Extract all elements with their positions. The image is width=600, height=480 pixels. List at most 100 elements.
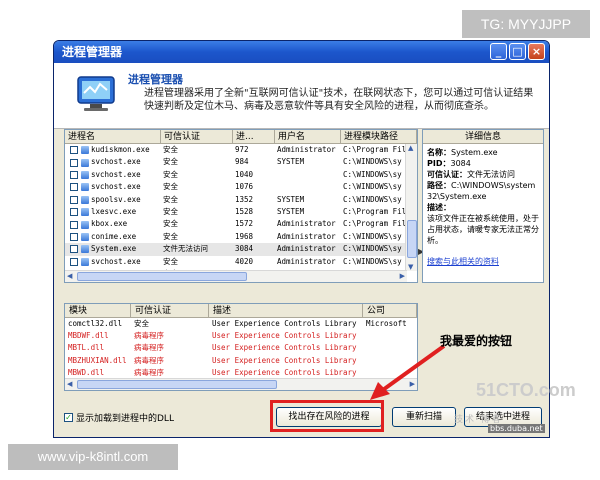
process-row[interactable]: svchost.exe 安全 984 SYSTEM C:\WINDOWS\sy bbox=[65, 156, 417, 168]
process-row[interactable]: kbox.exe 安全 1572 Administrator C:\Program Fi… bbox=[65, 218, 417, 230]
process-name: lxesvc.exe bbox=[91, 206, 137, 216]
col-process-name[interactable]: 进程名 bbox=[65, 130, 161, 143]
scroll-up-icon[interactable]: ▲ bbox=[408, 144, 413, 152]
show-dll-label: 显示加载到进程中的DLL bbox=[76, 414, 174, 424]
process-file-icon bbox=[81, 146, 89, 155]
module-row[interactable]: MBDWF.dll 病毒程序 User Experience Controls Li… bbox=[65, 330, 417, 342]
process-row[interactable]: kudiskmon.exe 安全 972 Administrator C:\Progra… bbox=[65, 144, 417, 156]
minimize-button[interactable]: _ bbox=[490, 43, 507, 60]
detail-trust-label: 可信认证： bbox=[427, 170, 467, 179]
process-pid: 972 bbox=[235, 145, 249, 154]
show-dll-checkbox[interactable]: ✓ bbox=[64, 413, 73, 422]
process-checkbox[interactable] bbox=[70, 183, 78, 192]
process-trust: 文件无法访问 bbox=[163, 244, 208, 254]
col-description[interactable]: 描述 bbox=[209, 304, 363, 317]
process-checkbox[interactable] bbox=[70, 232, 78, 241]
details-header: 详细信息 bbox=[423, 130, 543, 144]
show-dll-option[interactable]: ✓ 显示加载到进程中的DLL bbox=[64, 411, 174, 424]
col-module[interactable]: 模块 bbox=[65, 304, 131, 317]
process-pid: 1968 bbox=[235, 231, 254, 241]
process-checkbox[interactable] bbox=[70, 220, 78, 229]
process-name: svchost.exe bbox=[91, 169, 141, 179]
header-title: 进程管理器 bbox=[128, 73, 183, 86]
process-name-cell: kudiskmon.exe bbox=[65, 144, 161, 156]
process-user: SYSTEM bbox=[277, 157, 305, 167]
scroll-down-icon[interactable]: ▼ bbox=[408, 263, 413, 271]
detail-trust-value: 文件无法访问 bbox=[467, 170, 515, 179]
vip-badge: www.vip-k8intl.com bbox=[8, 444, 178, 470]
process-row[interactable]: lxesvc.exe 安全 1528 SYSTEM C:\Program Fil bbox=[65, 206, 417, 218]
scroll-right-icon[interactable]: ▶ bbox=[400, 272, 405, 280]
process-trust: 安全 bbox=[163, 219, 178, 229]
process-row[interactable]: svchost.exe 安全 4020 Administrator C:\WINDOWS… bbox=[65, 256, 417, 268]
rescan-button[interactable]: 重新扫描 bbox=[392, 407, 456, 427]
col-pid[interactable]: 进... bbox=[233, 130, 275, 143]
details-panel: 详细信息 名称：System.exe PID：3084 可信认证：文件无法访问 … bbox=[422, 129, 544, 283]
module-row[interactable]: comctl32.dll 安全 User Experience Controls L… bbox=[65, 318, 417, 330]
process-checkbox[interactable] bbox=[70, 195, 78, 204]
col-company[interactable]: 公司 bbox=[363, 304, 417, 317]
process-trust: 安全 bbox=[163, 157, 178, 167]
window-controls: _ □ × bbox=[490, 43, 545, 60]
close-button[interactable]: × bbox=[528, 43, 545, 60]
col-trust[interactable]: 可信认证 bbox=[161, 130, 233, 143]
module-description: User Experience Controls Library bbox=[212, 319, 357, 328]
process-name: conime.exe bbox=[91, 231, 137, 241]
process-name-cell: kbox.exe bbox=[65, 218, 161, 230]
process-name-cell: spoolsv.exe bbox=[65, 194, 161, 206]
process-row[interactable]: conime.exe 安全 1968 Administrator C:\WINDOWS\… bbox=[65, 231, 417, 243]
module-row[interactable]: MBZHUXIAN.dll 病毒程序 User Experience Control… bbox=[65, 355, 417, 367]
window-titlebar[interactable]: 进程管理器 _ □ × bbox=[54, 41, 549, 63]
module-table-header: 模块 可信认证 描述 公司 bbox=[65, 304, 417, 318]
process-horizontal-scrollbar[interactable]: ◀ ▶ bbox=[65, 270, 407, 282]
scroll-left-icon[interactable]: ◀ bbox=[67, 272, 72, 280]
process-checkbox[interactable] bbox=[70, 245, 78, 254]
process-user: Administrator bbox=[277, 244, 336, 254]
process-file-icon bbox=[81, 232, 89, 241]
process-row[interactable]: System.exe 文件无法访问 3084 Administrator C:\WIND… bbox=[65, 243, 417, 256]
process-vertical-scrollbar[interactable]: ▲ ▼ bbox=[405, 144, 417, 271]
process-file-icon bbox=[81, 208, 89, 217]
process-table: 进程名 可信认证 进... 用户名 进程模块路径 kudiskmon.exe 安全… bbox=[64, 129, 418, 283]
module-description: User Experience Controls Library bbox=[212, 343, 357, 353]
window-title: 进程管理器 bbox=[62, 45, 123, 59]
module-name: MBTL.dll bbox=[68, 343, 105, 353]
process-user: Administrator bbox=[277, 256, 336, 266]
module-horizontal-scrollbar[interactable]: ◀ ▶ bbox=[65, 378, 417, 390]
process-user: Administrator bbox=[277, 231, 336, 241]
process-name-cell: System.exe bbox=[65, 243, 161, 255]
process-checkbox[interactable] bbox=[70, 208, 78, 217]
process-pid: 1352 bbox=[235, 194, 254, 204]
tg-badge: TG: MYYJJPP bbox=[462, 10, 590, 38]
process-checkbox[interactable] bbox=[70, 170, 78, 179]
process-name-cell: svchost.exe bbox=[65, 156, 161, 168]
process-trust: 安全 bbox=[163, 169, 178, 179]
col-path[interactable]: 进程模块路径 bbox=[341, 130, 417, 143]
module-scroll-left-icon[interactable]: ◀ bbox=[67, 380, 72, 388]
process-checkbox[interactable] bbox=[70, 158, 78, 167]
module-name: MBDWF.dll bbox=[68, 331, 109, 341]
col-user[interactable]: 用户名 bbox=[275, 130, 341, 143]
process-pid: 984 bbox=[235, 157, 249, 167]
process-row[interactable]: svchost.exe 安全 1040 C:\WINDOWS\sy bbox=[65, 169, 417, 181]
monitor-icon bbox=[77, 76, 115, 111]
process-name: System.exe bbox=[91, 244, 137, 254]
process-trust: 安全 bbox=[163, 194, 178, 204]
process-checkbox[interactable] bbox=[70, 146, 78, 155]
process-row[interactable]: spoolsv.exe 安全 1352 SYSTEM C:\WINDOWS\sy bbox=[65, 194, 417, 206]
process-trust: 安全 bbox=[163, 231, 178, 241]
process-horizontal-thumb[interactable] bbox=[77, 272, 247, 281]
detail-desc-value: 该项文件正在被系统使用，处于占用状态，请暖专家无法正常分析。 bbox=[427, 214, 539, 245]
maximize-button[interactable]: □ bbox=[509, 43, 526, 60]
module-row[interactable]: MBTL.dll 病毒程序 User Experience Controls Lib… bbox=[65, 342, 417, 354]
process-row[interactable]: svchost.exe 安全 1076 C:\WINDOWS\sy bbox=[65, 181, 417, 193]
detail-path-label: 路径： bbox=[427, 181, 451, 190]
process-vertical-thumb[interactable] bbox=[407, 220, 417, 258]
process-checkbox[interactable] bbox=[70, 257, 78, 266]
module-trust: 病毒程序 bbox=[134, 343, 164, 353]
col-module-trust[interactable]: 可信认证 bbox=[131, 304, 209, 317]
process-name: svchost.exe bbox=[91, 157, 141, 167]
module-horizontal-thumb[interactable] bbox=[77, 380, 277, 389]
search-related-link[interactable]: 搜索与此相关的资料 bbox=[427, 256, 539, 267]
process-pid: 1040 bbox=[235, 169, 254, 179]
